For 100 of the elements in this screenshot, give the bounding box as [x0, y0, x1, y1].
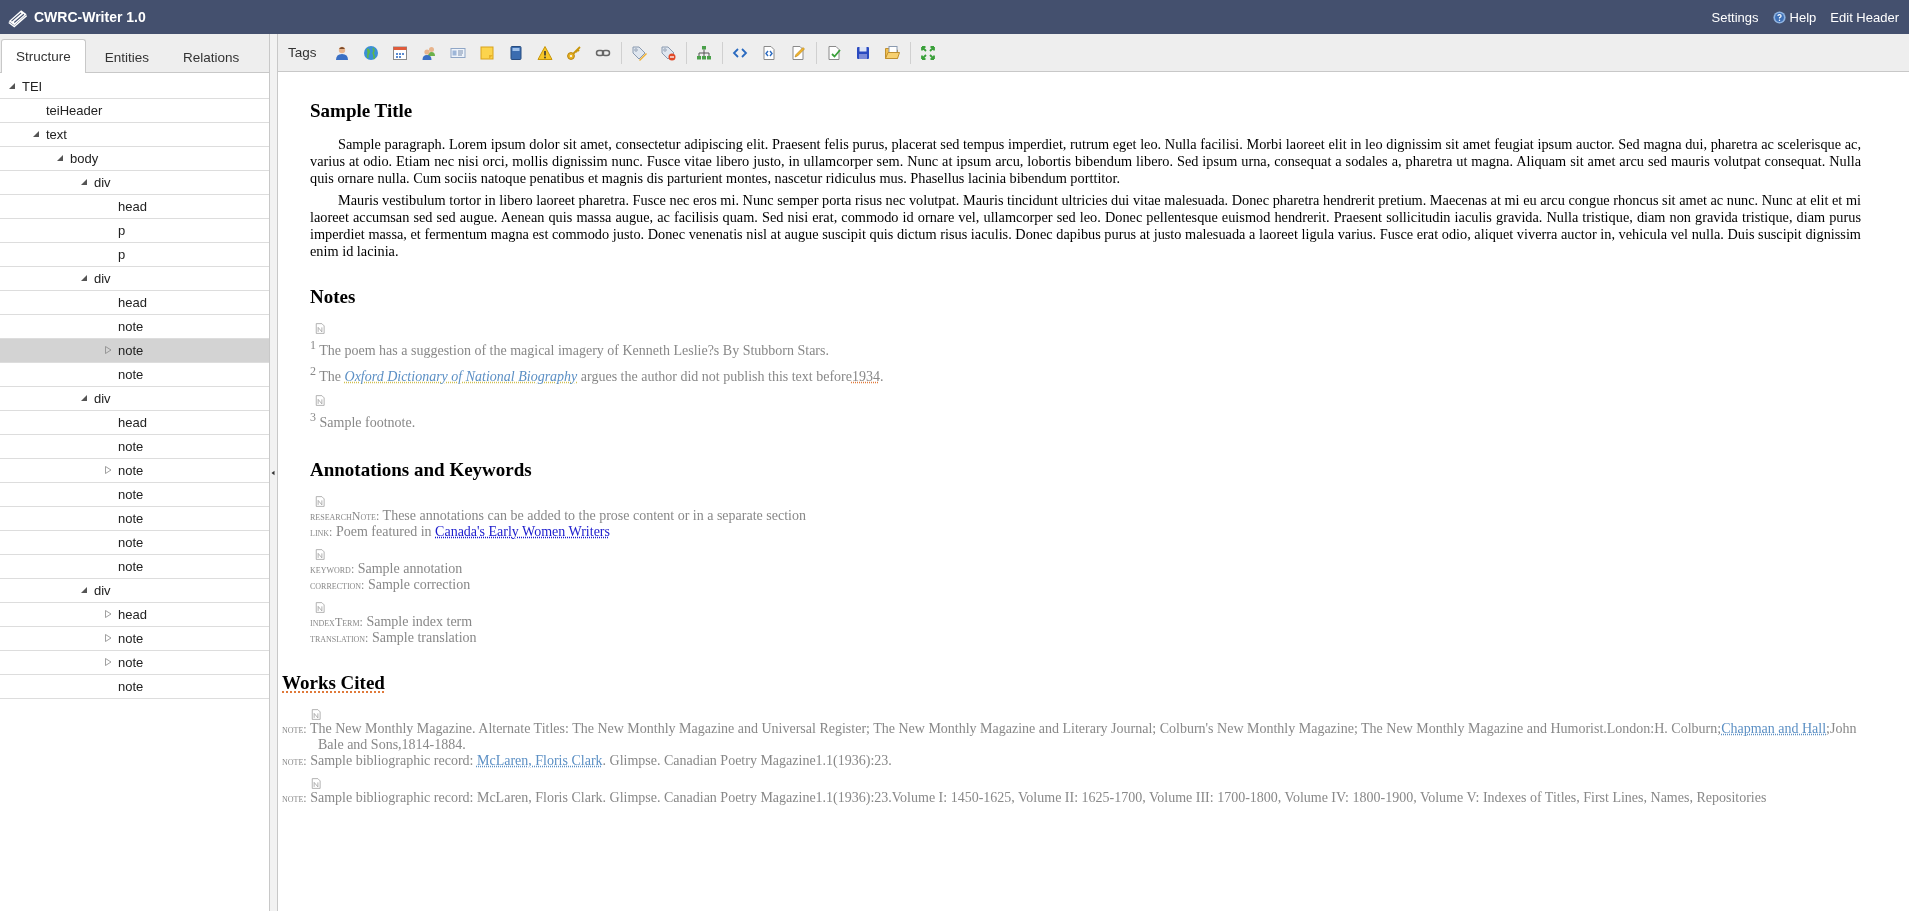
tree-label: teiHeader: [46, 103, 103, 118]
tree-row[interactable]: TEI: [0, 75, 269, 99]
collapsed-caret-icon[interactable]: [104, 633, 112, 642]
footnote-text: $^{3}$ Sample footnote.: [310, 409, 417, 432]
tree-label: p: [118, 223, 126, 238]
tree-row[interactable]: note: [0, 435, 269, 459]
tree-row[interactable]: body: [0, 147, 269, 171]
tree-label: text: [46, 127, 67, 142]
tree-label: body: [70, 151, 99, 166]
date-tag: 1934: [851, 368, 880, 384]
folder-icon[interactable]: [883, 44, 900, 61]
tree-label: note: [118, 511, 144, 526]
tree-row[interactable]: head: [0, 195, 269, 219]
tree-row[interactable]: note: [0, 363, 269, 387]
fullscreen-icon[interactable]: [919, 44, 936, 61]
calendar-icon[interactable]: [391, 44, 408, 61]
tree-row[interactable]: note: [0, 531, 269, 555]
panel-tab[interactable]: Structure: [1, 39, 86, 73]
save-icon[interactable]: [854, 44, 871, 61]
expanded-caret-icon[interactable]: [80, 177, 88, 186]
tag-edit-icon[interactable]: [630, 44, 647, 61]
tree-row[interactable]: text: [0, 123, 269, 147]
expanded-caret-icon[interactable]: [32, 129, 40, 138]
tree-row[interactable]: note: [0, 507, 269, 531]
tree-row[interactable]: teiHeader: [0, 99, 269, 123]
footnote-text: $^{1}$ The poem has a suggestion of the magical imagery of Kenneth Leslie?s By Stubborn Stars.: [310, 337, 830, 360]
expanded-caret-icon[interactable]: [80, 585, 88, 594]
menu-link[interactable]: Settings: [1711, 9, 1759, 25]
app-title: CWRC-Writer 1.0: [34, 9, 146, 25]
tree-label: div: [94, 271, 111, 286]
pencil-icon[interactable]: [789, 44, 806, 61]
tree-label: p: [118, 247, 126, 262]
warning-icon[interactable]: [536, 44, 553, 61]
annotation-text: researchNote: These annotations can be added to the prose content or in a separate section: [310, 507, 807, 524]
book-icon[interactable]: [507, 44, 524, 61]
note-marker-icon[interactable]: [310, 776, 322, 790]
toolbar-label: Tags: [288, 45, 317, 60]
tree-row[interactable]: note: [0, 339, 269, 363]
annotation-text: correction: Sample correction: [310, 576, 472, 593]
panel-tab[interactable]: Relations: [168, 40, 255, 73]
note-marker-icon[interactable]: [314, 394, 326, 408]
tree-row[interactable]: note: [0, 459, 269, 483]
expanded-caret-icon[interactable]: [80, 393, 88, 402]
note-marker-icon[interactable]: [314, 322, 326, 335]
entity-link[interactable]: McLaren, Floris Clark: [476, 752, 603, 768]
note-marker-icon[interactable]: [314, 494, 326, 508]
annotation-text: note: Sample bibliographic record: McLaren, Floris Clark. Glimpse. Canadian Poetry Magazine1.1(1936):23.Volume I: 1450-1625, Volume II: 1625-1700, Volume III: 1700-1800, Volume IV: 1800-1900, Volume V: Indexes of Titles, First Lines, Names, Repositories: [282, 789, 1768, 806]
footnote-text: $^{2}$ The Oxford Dictionary of National Biography argues the author did not publish this text before1934.: [310, 362, 885, 386]
tree-label: note: [118, 535, 144, 550]
expanded-caret-icon[interactable]: [8, 81, 16, 90]
tree-row[interactable]: note: [0, 627, 269, 651]
note-marker-icon[interactable]: [314, 547, 326, 561]
expanded-caret-icon[interactable]: [80, 273, 88, 282]
tree-row[interactable]: head: [0, 291, 269, 315]
note-marker-icon[interactable]: [314, 600, 326, 614]
collapsed-caret-icon[interactable]: [104, 345, 112, 354]
tree-label: note: [118, 559, 144, 574]
entity-link[interactable]: Chapman and Hall: [1721, 720, 1827, 736]
key-icon[interactable]: [565, 44, 582, 61]
tree-row[interactable]: note: [0, 675, 269, 699]
tree-label: note: [118, 487, 144, 502]
tree-row[interactable]: head: [0, 603, 269, 627]
document-check-icon[interactable]: [825, 44, 842, 61]
title-link[interactable]: Oxford Dictionary of National Biography: [344, 368, 578, 384]
tree-row[interactable]: p: [0, 219, 269, 243]
tree-row[interactable]: head: [0, 411, 269, 435]
paragraph: Sample paragraph. Lorem ipsum dolor sit amet, consectetur adipiscing elit. Praesent felis purus, placerat sed tempus imperdiet, rutrum eget leo. Nulla facilisi. Morbi laoreet elit in leo dignissim sit amet feugiat ipsum auctor. Sed magna dui, pharetra ac scelerisque ac, varius at odio. Etiam nec nisi orci, mollis dignissim nunc. Fusce vitae libero justo, in ullamcorper sem. Nunc at ipsum arcu, lobortis bibendum libero. Sed ipsum urna, consequat a sodales a, pharetra ut magna. Aliquam sit amet arcu sed mauris volutpat consequat. Nulla quis ornare nulla. Cum sociis natoque penatibus et magnis dis parturient montes, nascetur ridiculus mus. Phasellus lacinia bibendum porttitor.: [310, 136, 1861, 187]
annotation-text: translation: Sample translation: [310, 629, 478, 646]
menu-link[interactable]: Edit Header: [1830, 9, 1899, 25]
code-page-icon[interactable]: [760, 44, 777, 61]
collapsed-caret-icon[interactable]: [104, 657, 112, 666]
collapsed-caret-icon[interactable]: [104, 609, 112, 618]
tag-remove-icon[interactable]: [659, 44, 676, 61]
panel-tab[interactable]: Entities: [89, 40, 165, 73]
tree-label: div: [94, 391, 111, 406]
tree-row[interactable]: note: [0, 555, 269, 579]
section-heading: Works Cited: [282, 671, 386, 694]
tree-row[interactable]: div: [0, 267, 269, 291]
person-icon[interactable]: [333, 44, 350, 61]
tree-row[interactable]: div: [0, 387, 269, 411]
tree-row[interactable]: div: [0, 171, 269, 195]
hierarchy-icon[interactable]: [695, 44, 712, 61]
people-icon[interactable]: [420, 44, 437, 61]
globe-icon[interactable]: [362, 44, 379, 61]
expanded-caret-icon[interactable]: [56, 153, 64, 162]
annotation-text: keyword: Sample annotation: [310, 560, 464, 577]
help-icon: [1772, 10, 1786, 24]
tree-label: div: [94, 175, 111, 190]
web-link[interactable]: Canada's Early Women Writers: [435, 523, 610, 539]
tree-row[interactable]: note: [0, 483, 269, 507]
collapsed-caret-icon[interactable]: [104, 465, 112, 474]
help-link[interactable]: Help: [1789, 9, 1817, 25]
note-marker-icon[interactable]: [310, 707, 322, 721]
tree-label: note: [118, 319, 144, 334]
annotation-text: note: Sample bibliographic record: McLaren, Floris Clark. Glimpse. Canadian Poetry Magazine1.1(1936):23.: [282, 752, 893, 769]
tree-row[interactable]: note: [0, 651, 269, 675]
tree-label: head: [118, 607, 147, 622]
tree-row[interactable]: div: [0, 579, 269, 603]
tree-row[interactable]: p: [0, 243, 269, 267]
tree-label: head: [118, 415, 147, 430]
